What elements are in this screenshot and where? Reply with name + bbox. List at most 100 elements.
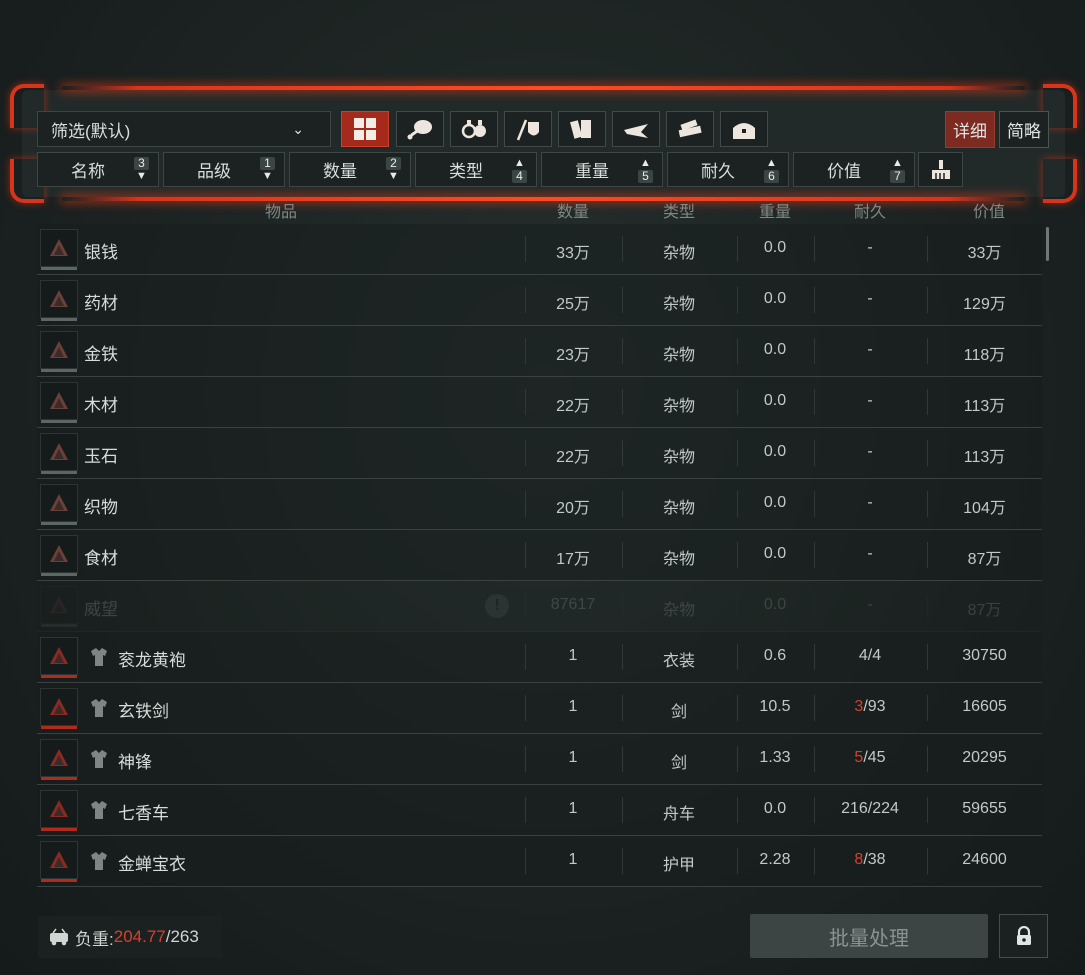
header-item: 物品 <box>264 204 297 221</box>
sort-desc-arrow-icon: ▼ <box>136 170 147 182</box>
category-food-button[interactable] <box>396 111 444 147</box>
potion-bottles-icon <box>461 120 486 139</box>
table-header: 物品 数量 类型 重量 耐久 价值 <box>37 197 1051 221</box>
item-type: 杂物 <box>662 398 695 415</box>
item-thumbnail <box>40 688 78 729</box>
item-type: 剑 <box>670 755 687 772</box>
item-durability: - <box>814 494 926 512</box>
item-weight: 0.0 <box>763 800 787 817</box>
item-icon <box>50 749 68 766</box>
item-thumbnail <box>40 586 78 627</box>
treasure-chest-icon <box>733 123 755 139</box>
clear-sort-button[interactable] <box>918 152 963 187</box>
table-row[interactable]: 织物 20万 杂物 0.0 - 104万 <box>37 479 1042 530</box>
sort-label: 价值 <box>827 162 861 181</box>
sort-by-name-button[interactable]: 名称 3 ▼ <box>37 152 159 187</box>
equipment-shirt-icon <box>91 750 107 768</box>
item-weight: 0.0 <box>763 290 787 307</box>
item-icon <box>50 392 68 409</box>
item-value: 113万 <box>963 449 1006 466</box>
item-weight: 0.0 <box>763 443 787 460</box>
rarity-bar <box>41 624 77 627</box>
equipment-shirt-icon <box>91 648 107 666</box>
item-thumbnail <box>40 229 78 270</box>
table-row[interactable]: 威望! 87617 杂物 0.0 - 87万 <box>37 581 1042 632</box>
sort-priority-badge: 1 <box>260 157 275 170</box>
item-durability: - <box>814 392 926 410</box>
item-durability: - <box>814 596 926 614</box>
durability-rest: /38 <box>863 851 886 868</box>
sort-by-value-button[interactable]: 价值 ▲ 7 <box>793 152 915 187</box>
item-value: 87万 <box>967 602 1002 619</box>
table-row[interactable]: 木材 22万 杂物 0.0 - 113万 <box>37 377 1042 428</box>
table-row[interactable]: 神锋 1 剑 1.33 5/45 20295 <box>37 734 1042 785</box>
item-durability: - <box>814 290 926 308</box>
sort-asc-arrow-icon: ▲ <box>640 157 651 169</box>
category-hidden-weapon-button[interactable] <box>612 111 660 147</box>
table-row[interactable]: 玉石 22万 杂物 0.0 - 113万 <box>37 428 1042 479</box>
table-row[interactable]: 玄铁剑 1 剑 10.5 3/93 16605 <box>37 683 1042 734</box>
category-medicine-button[interactable] <box>450 111 498 147</box>
sort-by-quantity-button[interactable]: 数量 2 ▼ <box>289 152 411 187</box>
category-treasure-button[interactable] <box>720 111 768 147</box>
category-equipment-button[interactable] <box>504 111 552 147</box>
table-row[interactable]: 药材 25万 杂物 0.0 - 129万 <box>37 275 1042 326</box>
item-durability: 216/224 <box>814 800 926 818</box>
category-all-button[interactable] <box>341 111 389 147</box>
batch-process-button[interactable]: 批量处理 <box>750 914 988 958</box>
table-row[interactable]: 金蝉宝衣 1 护甲 2.28 8/38 24600 <box>37 836 1042 887</box>
sort-asc-arrow-icon: ▲ <box>766 157 777 169</box>
view-brief-button[interactable]: 简略 <box>999 111 1049 148</box>
item-value: 59655 <box>962 800 1007 817</box>
item-value: 20295 <box>962 749 1007 766</box>
rarity-bar <box>41 471 77 474</box>
sort-label: 类型 <box>449 162 483 181</box>
item-durability: 4/4 <box>814 647 926 665</box>
table-row[interactable]: 七香车 1 舟车 0.0 216/224 59655 <box>37 785 1042 836</box>
meat-icon <box>407 120 432 140</box>
sort-desc-arrow-icon: ▼ <box>262 170 273 182</box>
durability-rest: - <box>867 596 873 613</box>
table-row[interactable]: 衮龙黄袍 1 衣装 0.6 4/4 30750 <box>37 632 1042 683</box>
equipment-shirt-icon <box>91 699 107 717</box>
header-value: 价值 <box>972 204 1005 221</box>
item-value: 104万 <box>963 500 1006 517</box>
item-type: 杂物 <box>662 449 695 466</box>
item-icon <box>50 851 68 868</box>
durability-rest: - <box>867 545 873 562</box>
filter-dropdown-value: 筛选(默认) <box>51 121 131 141</box>
table-row[interactable]: 食材 17万 杂物 0.0 - 87万 <box>37 530 1042 581</box>
item-type: 舟车 <box>662 806 695 823</box>
item-qty: 20万 <box>556 500 590 517</box>
durability-rest: - <box>867 392 873 409</box>
category-books-button[interactable] <box>558 111 606 147</box>
view-detail-button[interactable]: 详细 <box>945 111 995 148</box>
hidden-weapon-icon <box>624 124 648 138</box>
category-materials-button[interactable] <box>666 111 714 147</box>
warning-icon: ! <box>485 594 509 618</box>
item-icon <box>50 494 68 511</box>
equipment-shirt-icon <box>91 801 107 819</box>
item-durability: - <box>814 443 926 461</box>
scrollbar-thumb[interactable] <box>1046 227 1049 261</box>
sort-asc-arrow-icon: ▲ <box>514 157 525 169</box>
sort-by-durability-button[interactable]: 耐久 ▲ 6 <box>667 152 789 187</box>
rarity-bar <box>41 573 77 576</box>
cart-icon <box>50 928 68 946</box>
sort-by-grade-button[interactable]: 品级 1 ▼ <box>163 152 285 187</box>
item-durability: 8/38 <box>814 851 926 869</box>
table-row[interactable]: 金铁 23万 杂物 0.0 - 118万 <box>37 326 1042 377</box>
sort-by-weight-button[interactable]: 重量 ▲ 5 <box>541 152 663 187</box>
durability-rest: - <box>867 239 873 256</box>
lock-button[interactable] <box>999 914 1048 958</box>
item-thumbnail <box>40 484 78 525</box>
item-qty: 33万 <box>556 245 590 262</box>
item-weight: 2.28 <box>759 851 791 868</box>
item-name: 威望 <box>84 600 118 619</box>
item-name: 药材 <box>84 294 118 313</box>
table-row[interactable]: 银钱 33万 杂物 0.0 - 33万 <box>37 224 1042 275</box>
filter-dropdown[interactable]: 筛选(默认) ⌄ <box>37 111 331 147</box>
item-thumbnail <box>40 280 78 321</box>
item-thumbnail <box>40 739 78 780</box>
sort-by-type-button[interactable]: 类型 ▲ 4 <box>415 152 537 187</box>
